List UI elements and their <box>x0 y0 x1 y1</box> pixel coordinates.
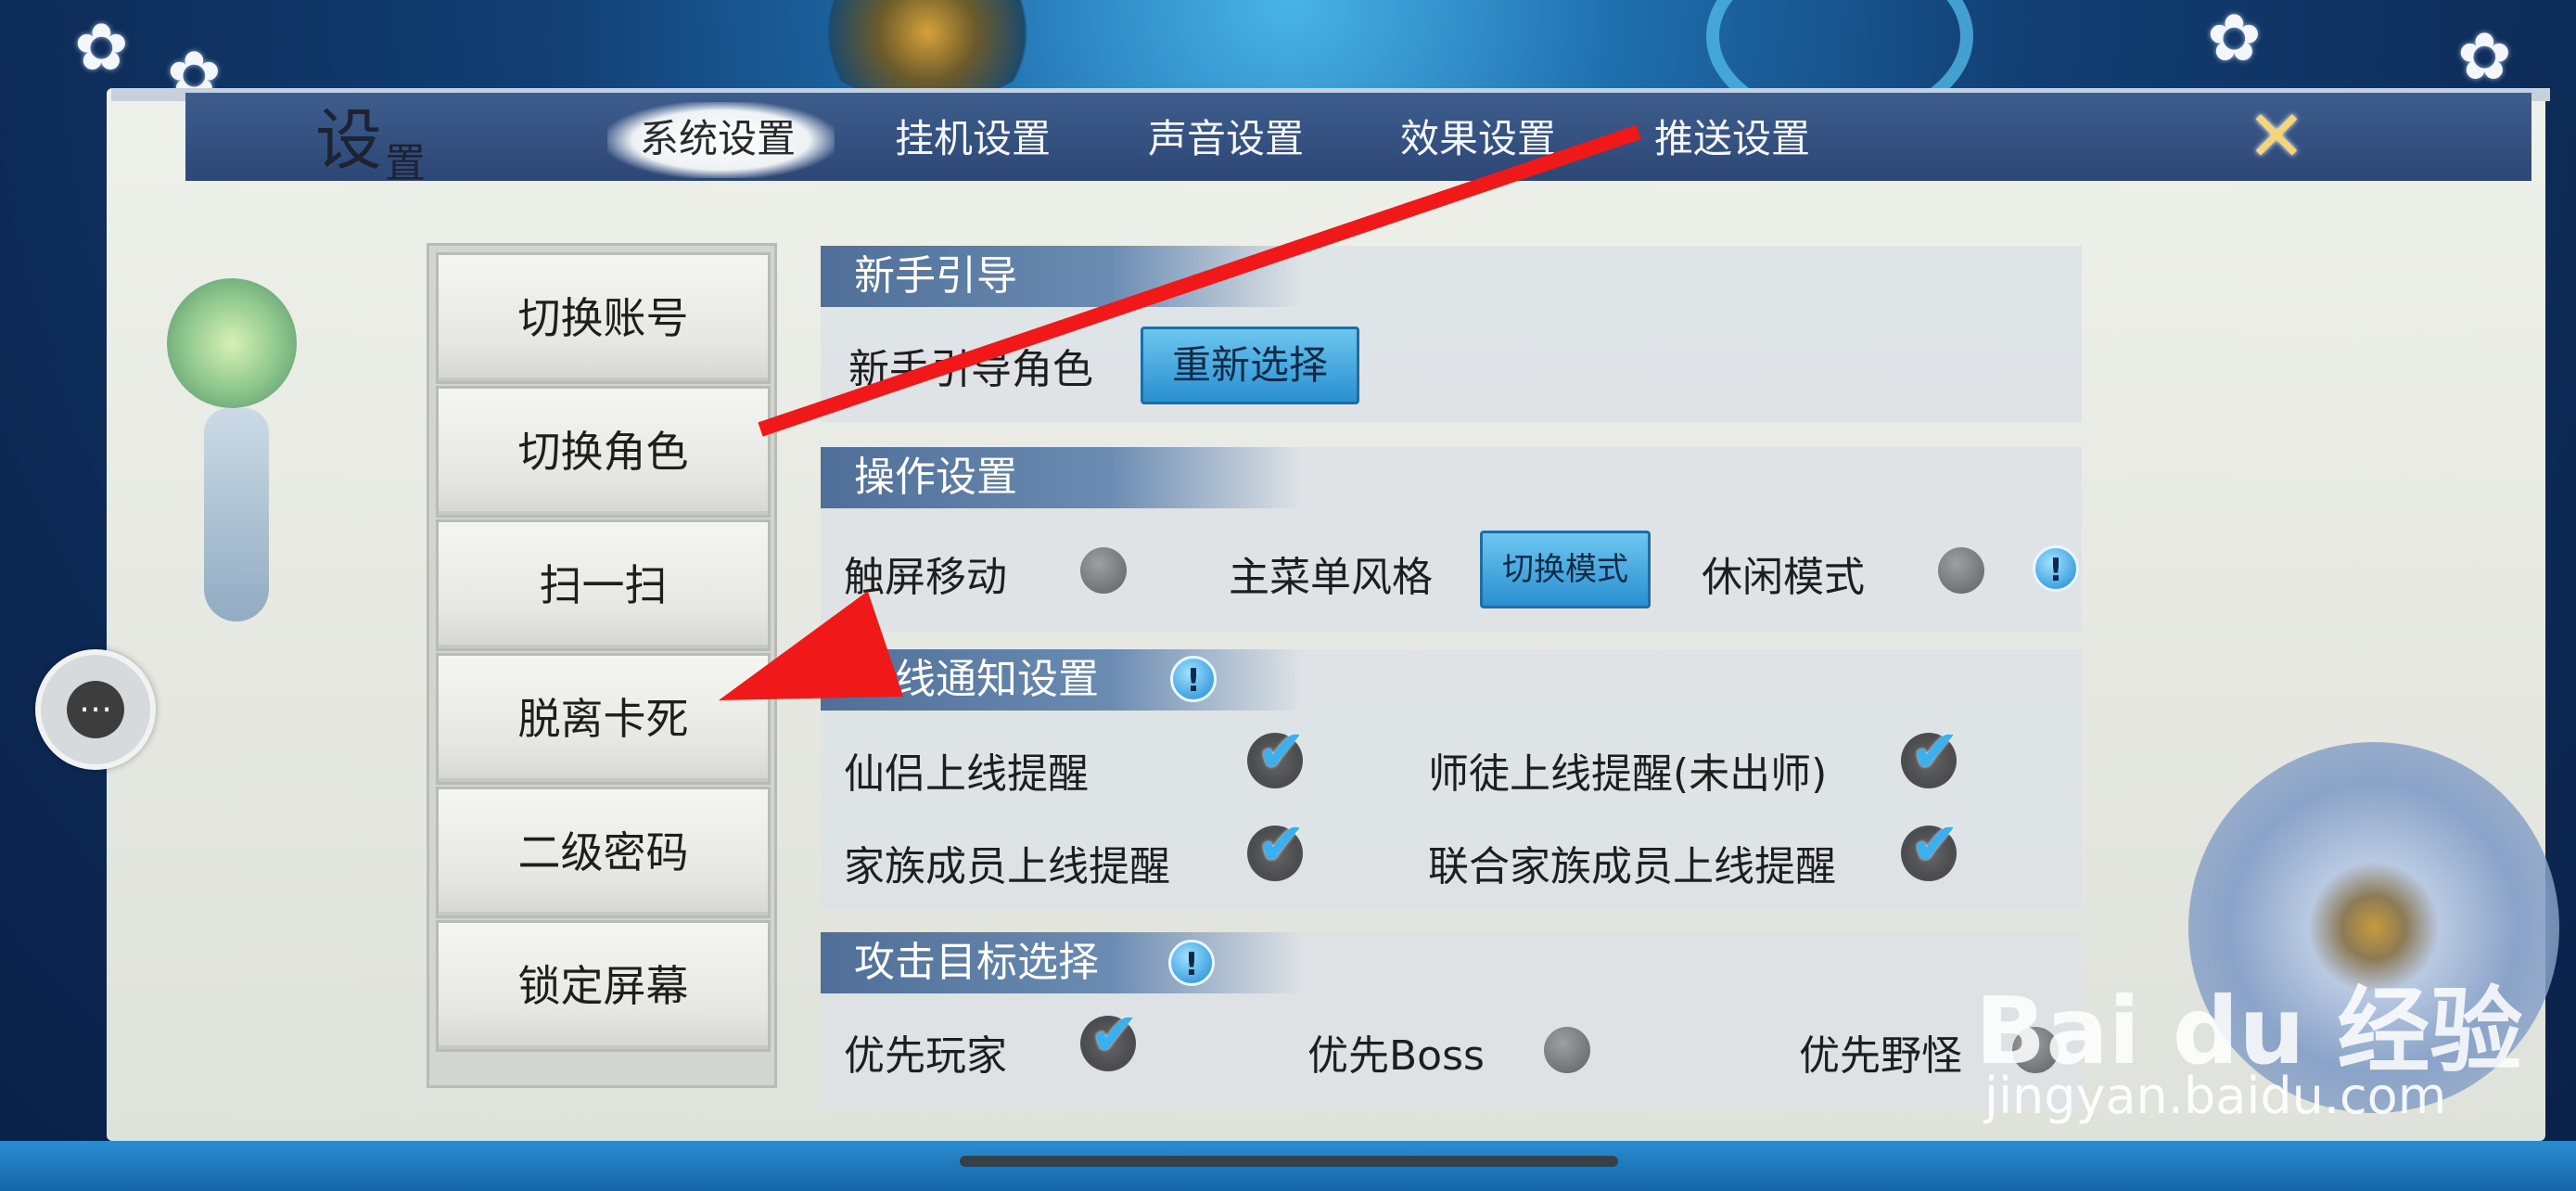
checkmark-icon: ✔ <box>1256 718 1307 787</box>
tab-idle-settings[interactable]: 挂机设置 <box>895 109 1051 169</box>
family-member-online-label: 家族成员上线提醒 <box>844 843 1170 890</box>
prefer-monster-label: 优先野怪 <box>1799 1032 1962 1080</box>
checkmark-icon: ✔ <box>1910 811 1960 879</box>
partner-online-checkbox[interactable]: ✔ <box>1247 718 1307 788</box>
checkmark-icon: ✔ <box>1256 811 1307 879</box>
allied-family-online-checkbox[interactable]: ✔ <box>1901 811 1960 881</box>
target-info-icon[interactable]: ! <box>1168 940 1215 986</box>
checkmark-icon: ✔ <box>1910 718 1960 787</box>
panel-header <box>185 93 2531 181</box>
scan-button[interactable]: 扫一扫 <box>436 519 771 651</box>
blossom-decoration: ✿ <box>2457 19 2512 95</box>
menu-style-label: 主菜单风格 <box>1229 554 1433 601</box>
panel-title-char-2: 置 <box>385 140 426 187</box>
switch-character-button[interactable]: 切换角色 <box>436 386 771 518</box>
prefer-boss-radio[interactable] <box>1544 1027 1590 1073</box>
blossom-decoration: ✿ <box>74 9 129 85</box>
chat-icon: ⋯ <box>67 681 124 738</box>
home-indicator[interactable] <box>960 1156 1618 1167</box>
switch-mode-button[interactable]: 切换模式 <box>1480 531 1651 608</box>
tab-sound-settings[interactable]: 声音设置 <box>1148 109 1304 169</box>
online-notify-info-icon[interactable]: ! <box>1170 656 1217 702</box>
tab-push-settings[interactable]: 推送设置 <box>1654 109 1810 169</box>
baidu-watermark-url: jingyan.baidu.com <box>1984 1067 2447 1125</box>
partner-online-label: 仙侣上线提醒 <box>844 750 1089 798</box>
tassel-decoration <box>204 408 269 621</box>
prefer-boss-label: 优先Boss <box>1307 1032 1485 1080</box>
casual-mode-label: 休闲模式 <box>1702 554 1865 601</box>
checkmark-icon: ✔ <box>1090 1001 1140 1069</box>
lock-screen-button[interactable]: 锁定屏幕 <box>436 920 771 1052</box>
secondary-password-button[interactable]: 二级密码 <box>436 787 771 918</box>
allied-family-online-label: 联合家族成员上线提醒 <box>1428 843 1836 890</box>
switch-account-button[interactable]: 切换账号 <box>436 252 771 384</box>
tab-system-settings[interactable]: 系统设置 <box>640 109 796 169</box>
chat-float-button[interactable]: ⋯ <box>35 649 156 770</box>
prefer-player-label: 优先玩家 <box>844 1032 1007 1080</box>
casual-mode-toggle[interactable] <box>1938 547 1984 594</box>
family-member-online-checkbox[interactable]: ✔ <box>1247 811 1307 881</box>
reselect-button[interactable]: 重新选择 <box>1141 327 1359 404</box>
mentor-online-label: 师徒上线提醒(未出师) <box>1428 750 1828 798</box>
close-icon[interactable]: ✕ <box>2244 101 2309 172</box>
touch-move-toggle[interactable] <box>1080 547 1127 594</box>
mentor-online-checkbox[interactable]: ✔ <box>1901 718 1960 788</box>
prefer-player-radio[interactable]: ✔ <box>1080 1001 1140 1071</box>
jade-pendant-decoration <box>167 278 297 408</box>
panel-title-char-1: 设 <box>315 101 383 179</box>
target-section-title: 攻击目标选择 <box>821 932 1303 993</box>
casual-mode-info-icon[interactable]: ! <box>2033 545 2079 592</box>
operation-section-title: 操作设置 <box>821 447 1303 508</box>
blossom-decoration: ✿ <box>2207 0 2262 76</box>
